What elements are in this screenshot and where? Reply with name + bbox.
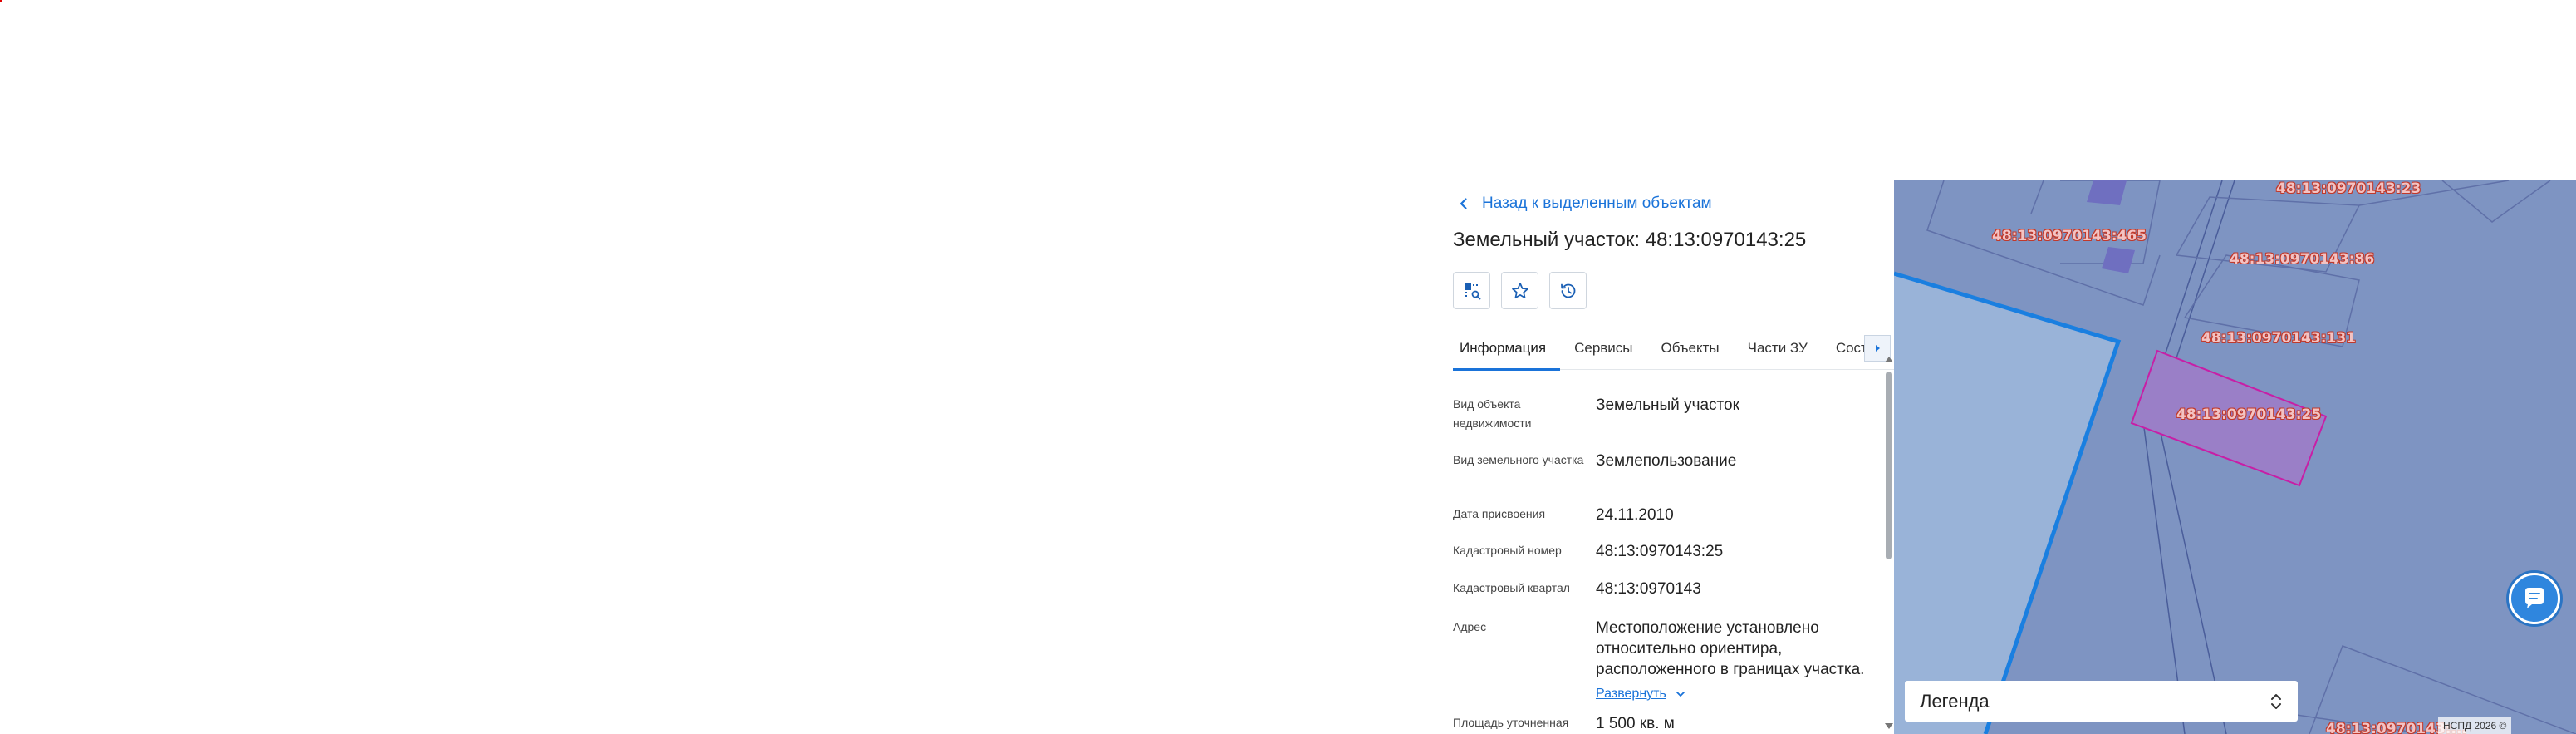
property-value: 24.11.2010 — [1596, 506, 1674, 524]
history-button[interactable] — [1549, 272, 1587, 309]
chat-support-button[interactable] — [2509, 573, 2560, 624]
expand-label: Развернуть — [1596, 687, 1666, 701]
object-toolbar — [1453, 272, 1587, 309]
parcel-label[interactable]: 48:13:0970143:23 — [2276, 180, 2421, 197]
property-label: Дата присвоения — [1453, 507, 1546, 520]
scroll-up-arrow[interactable] — [1885, 357, 1893, 362]
property-label: Кадастровый квартал — [1453, 581, 1570, 594]
property-value: 48:13:0970143:25 — [1596, 543, 1724, 560]
back-link-label: Назад к выделенным объектам — [1482, 195, 1712, 212]
chevron-left-icon — [1460, 198, 1467, 209]
tab-parts[interactable]: Части ЗУ — [1734, 327, 1822, 370]
panel-scrollbar[interactable] — [1882, 355, 1894, 734]
object-info-panel: Назад к выделенным объектам Земельный уч… — [1442, 180, 1894, 734]
property-value: Земельный участок — [1596, 397, 1739, 414]
property-label: Вид объекта недвижимости — [1453, 397, 1532, 430]
property-label: Адрес — [1453, 620, 1487, 633]
address-text: Местоположение установлено относительно … — [1596, 619, 1865, 678]
expand-collapse-icon — [2271, 693, 2281, 709]
chat-icon — [2525, 588, 2544, 608]
select-area-button[interactable] — [1453, 272, 1490, 309]
corner-marker — [0, 0, 2, 2]
tab-bar: Информация Сервисы Объекты Части ЗУ Сост… — [1453, 327, 1894, 371]
legend-label: Легенда — [1920, 690, 1990, 712]
property-label: Вид земельного участка — [1453, 453, 1584, 466]
cadastral-map[interactable]: 48:13:0970143:23 48:13:0970143:465 48:13… — [1894, 180, 2576, 734]
star-icon — [1511, 282, 1528, 298]
property-value-address: Местоположение установлено относительно … — [1596, 618, 1877, 704]
legend-toggle[interactable]: Легенда — [1905, 681, 2298, 722]
parcel-label[interactable]: 48:13:0970143:86 — [2230, 251, 2374, 268]
scroll-thumb[interactable] — [1886, 372, 1892, 559]
select-area-icon — [1464, 283, 1480, 299]
parcel-label-selected[interactable]: 48:13:0970143:25 — [2176, 406, 2321, 423]
property-label: Кадастровый номер — [1453, 544, 1562, 557]
map-attribution: НСПД 2026 © — [2438, 717, 2512, 734]
back-to-selection-link[interactable]: Назад к выделенным объектам — [1457, 194, 1712, 214]
page-title: Земельный участок: 48:13:0970143:25 — [1453, 229, 1807, 251]
favorite-button[interactable] — [1501, 272, 1538, 309]
history-icon — [1560, 283, 1575, 298]
chevron-down-icon — [1676, 691, 1685, 697]
tab-information[interactable]: Информация — [1453, 327, 1561, 371]
tab-services[interactable]: Сервисы — [1560, 327, 1646, 370]
tab-objects[interactable]: Объекты — [1647, 327, 1734, 370]
parcel-label[interactable]: 48:13:0970143:131 — [2201, 330, 2356, 347]
property-value: 48:13:0970143 — [1596, 580, 1701, 598]
scroll-down-arrow[interactable] — [1885, 723, 1893, 729]
parcel-label[interactable]: 48:13:0970143:465 — [1992, 228, 2147, 244]
caret-right-icon — [1876, 345, 1880, 352]
property-label: Площадь уточненная — [1453, 716, 1569, 729]
property-value: Землепользование — [1596, 452, 1737, 470]
expand-address-link[interactable]: Развернуть — [1596, 683, 1877, 704]
property-value: 1 500 кв. м — [1596, 715, 1675, 732]
